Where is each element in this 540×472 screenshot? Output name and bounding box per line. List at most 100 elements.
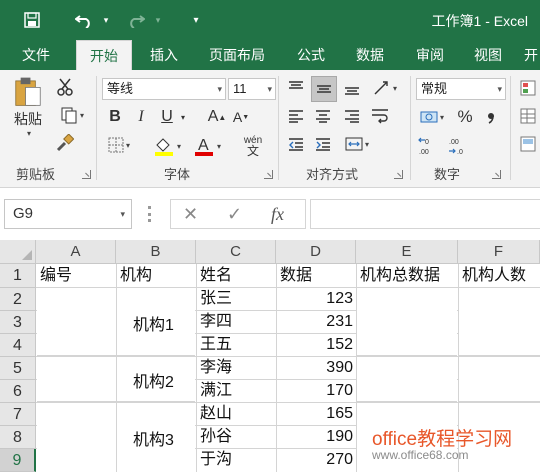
header-cell-name[interactable]: 姓名: [200, 265, 274, 287]
name-cell[interactable]: 李海: [200, 357, 274, 379]
merged-count-f-1[interactable]: [459, 288, 540, 356]
merged-total-e-2[interactable]: [357, 357, 457, 402]
insert-function-icon[interactable]: fx: [271, 204, 284, 225]
align-center-button[interactable]: [311, 104, 335, 128]
orientation-button[interactable]: ▾: [368, 76, 402, 100]
tab-insert[interactable]: 插入: [136, 40, 192, 70]
undo-icon[interactable]: [72, 8, 96, 32]
borders-button[interactable]: ▾: [104, 134, 134, 156]
merged-count-f-2[interactable]: [459, 357, 540, 402]
fill-color-button[interactable]: ▾: [150, 134, 184, 158]
name-cell[interactable]: 李四: [200, 311, 274, 333]
tab-data[interactable]: 数据: [342, 40, 398, 70]
grow-font-button[interactable]: A ▲: [206, 106, 228, 128]
cut-button[interactable]: [54, 76, 76, 98]
percent-style-button[interactable]: %: [454, 106, 476, 128]
name-cell[interactable]: 赵山: [200, 403, 274, 425]
column-header-c[interactable]: C: [196, 240, 276, 264]
merge-center-button[interactable]: ▾: [340, 132, 374, 156]
align-right-button[interactable]: [340, 104, 364, 128]
merged-org-block-3[interactable]: 机构3: [37, 403, 195, 472]
font-name-combo[interactable]: 等线 ▾: [102, 78, 226, 100]
row-header-5[interactable]: 5: [0, 357, 36, 380]
value-cell[interactable]: 123: [278, 288, 353, 310]
align-middle-button[interactable]: [311, 76, 337, 102]
tab-formulas[interactable]: 公式: [284, 40, 338, 70]
copy-button[interactable]: ▾: [54, 104, 90, 126]
column-header-e[interactable]: E: [356, 240, 458, 264]
row-header-1[interactable]: 1: [0, 264, 36, 288]
header-cell-org-total[interactable]: 机构总数据: [360, 265, 456, 287]
column-header-a[interactable]: A: [36, 240, 116, 264]
value-cell[interactable]: 170: [278, 380, 353, 402]
alignment-launcher-icon[interactable]: [394, 170, 403, 179]
comma-style-button[interactable]: [480, 106, 502, 128]
bold-button[interactable]: B: [104, 106, 126, 128]
select-all-button[interactable]: [0, 240, 36, 264]
align-left-button[interactable]: [284, 104, 308, 128]
phonetic-button[interactable]: wén 文: [238, 134, 268, 158]
accounting-format-button[interactable]: ▾: [416, 106, 448, 128]
row-header-6[interactable]: 6: [0, 380, 36, 403]
name-cell[interactable]: 于沟: [200, 449, 274, 471]
conditional-format-button[interactable]: [516, 76, 540, 100]
header-cell-org[interactable]: 机构: [120, 265, 194, 287]
increase-decimal-button[interactable]: 0.00: [416, 134, 440, 158]
row-header-4[interactable]: 4: [0, 334, 36, 357]
font-color-button[interactable]: A ▾: [190, 134, 224, 158]
format-as-table-button[interactable]: [516, 104, 540, 128]
value-cell[interactable]: 152: [278, 334, 353, 356]
merged-org-block-1[interactable]: 机构1: [37, 288, 195, 356]
value-cell[interactable]: 190: [278, 426, 353, 448]
cell-styles-button[interactable]: [516, 132, 540, 156]
row-header-2[interactable]: 2: [0, 288, 36, 311]
save-icon[interactable]: [20, 8, 44, 32]
font-size-combo[interactable]: 11 ▾: [228, 78, 276, 100]
check-icon[interactable]: ✓: [227, 204, 242, 225]
paste-button[interactable]: 粘贴 ▾: [8, 76, 48, 138]
align-top-button[interactable]: [284, 76, 308, 100]
decrease-decimal-button[interactable]: .00.0: [446, 134, 470, 158]
value-cell[interactable]: 231: [278, 311, 353, 333]
row-header-3[interactable]: 3: [0, 311, 36, 334]
name-cell[interactable]: 孙谷: [200, 426, 274, 448]
value-cell[interactable]: 270: [278, 449, 353, 471]
number-launcher-icon[interactable]: [492, 170, 501, 179]
value-cell[interactable]: 390: [278, 357, 353, 379]
column-header-d[interactable]: D: [276, 240, 356, 264]
merged-total-e-1[interactable]: [357, 288, 457, 356]
format-painter-button[interactable]: [54, 132, 76, 154]
tab-review[interactable]: 审阅: [402, 40, 458, 70]
header-cell-org-count[interactable]: 机构人数: [462, 265, 540, 287]
name-cell[interactable]: 张三: [200, 288, 274, 310]
font-launcher-icon[interactable]: [264, 170, 273, 179]
formula-input[interactable]: [310, 199, 540, 229]
name-cell[interactable]: 满江: [200, 380, 274, 402]
italic-button[interactable]: I: [130, 106, 152, 128]
number-format-combo[interactable]: 常规 ▾: [416, 78, 506, 100]
shrink-font-button[interactable]: A ▼: [230, 106, 252, 128]
header-cell-data[interactable]: 数据: [280, 265, 354, 287]
align-bottom-button[interactable]: [340, 76, 364, 100]
name-box[interactable]: G9 ▾: [4, 199, 132, 229]
wrap-text-button[interactable]: [368, 104, 392, 128]
clipboard-launcher-icon[interactable]: [82, 170, 91, 179]
undo-dropdown-icon[interactable]: ▾: [94, 8, 118, 32]
tab-view[interactable]: 视图: [460, 40, 516, 70]
value-cell[interactable]: 165: [278, 403, 353, 425]
row-header-8[interactable]: 8: [0, 426, 36, 449]
row-header-7[interactable]: 7: [0, 403, 36, 426]
decrease-indent-button[interactable]: [284, 132, 308, 156]
tab-page-layout[interactable]: 页面布局: [196, 40, 278, 70]
drag-handle-icon[interactable]: [148, 206, 152, 222]
merged-org-block-2[interactable]: 机构2: [37, 357, 195, 402]
column-header-b[interactable]: B: [116, 240, 196, 264]
underline-button[interactable]: U: [156, 106, 178, 128]
customize-dropdown-icon[interactable]: ▾: [184, 8, 208, 32]
row-header-9[interactable]: 9: [0, 449, 36, 472]
tab-home[interactable]: 开始: [76, 40, 132, 71]
header-cell-id[interactable]: 编号: [40, 265, 114, 287]
tab-file[interactable]: 文件: [8, 40, 64, 70]
column-header-f[interactable]: F: [458, 240, 540, 264]
tab-more[interactable]: 开: [516, 40, 540, 70]
